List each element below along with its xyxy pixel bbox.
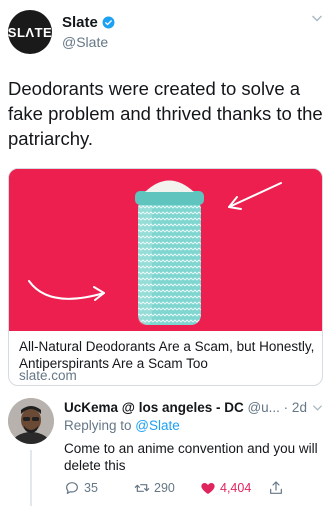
reply-display-name[interactable]: UcKema @ los angeles - DC [64, 400, 244, 415]
share-action[interactable] [268, 480, 284, 496]
reply-handle-time[interactable]: @u... · 2d [244, 400, 306, 415]
link-card[interactable]: All-Natural Deodorants Are a Scam, but H… [8, 168, 323, 386]
thread-line [30, 450, 32, 506]
reply-header: UcKema @ los angeles - DC @u... · 2d [64, 400, 323, 415]
reply-icon [66, 482, 78, 494]
reply-action-bar: 35 290 4,404 [64, 480, 323, 500]
tweet-text: Deodorants were created to solve a fake … [8, 78, 323, 149]
like-count: 4,404 [220, 481, 252, 495]
verified-badge-icon [102, 16, 115, 29]
reply-action[interactable]: 35 [64, 480, 98, 496]
slate-avatar[interactable]: SLΛTE [8, 10, 52, 54]
like-action[interactable]: 4,404 [200, 480, 251, 496]
display-name[interactable]: Slate [62, 14, 98, 31]
user-avatar[interactable] [8, 398, 54, 444]
retweet-action[interactable]: 290 [134, 480, 175, 496]
name-row: Slate [62, 14, 115, 31]
action-bar [64, 454, 323, 474]
reply-count: 35 [84, 481, 98, 495]
card-domain: slate.com [19, 368, 77, 383]
share-icon [270, 481, 282, 494]
card-image [9, 169, 322, 331]
replying-mention-link[interactable]: @Slate [135, 418, 179, 433]
chevron-down-icon[interactable] [311, 12, 323, 24]
replying-to-line: Replying to @Slate [64, 418, 180, 433]
handle[interactable]: @Slate [62, 34, 108, 50]
replying-prefix: Replying to [64, 418, 136, 433]
tweet-header: SLΛTE Slate @Slate [8, 8, 323, 54]
retweet-icon [134, 484, 150, 492]
retweet-count: 290 [154, 481, 175, 495]
heart-icon [201, 483, 215, 494]
chevron-down-icon[interactable] [312, 402, 323, 413]
card-title: All-Natural Deodorants Are a Scam, but H… [19, 339, 315, 371]
